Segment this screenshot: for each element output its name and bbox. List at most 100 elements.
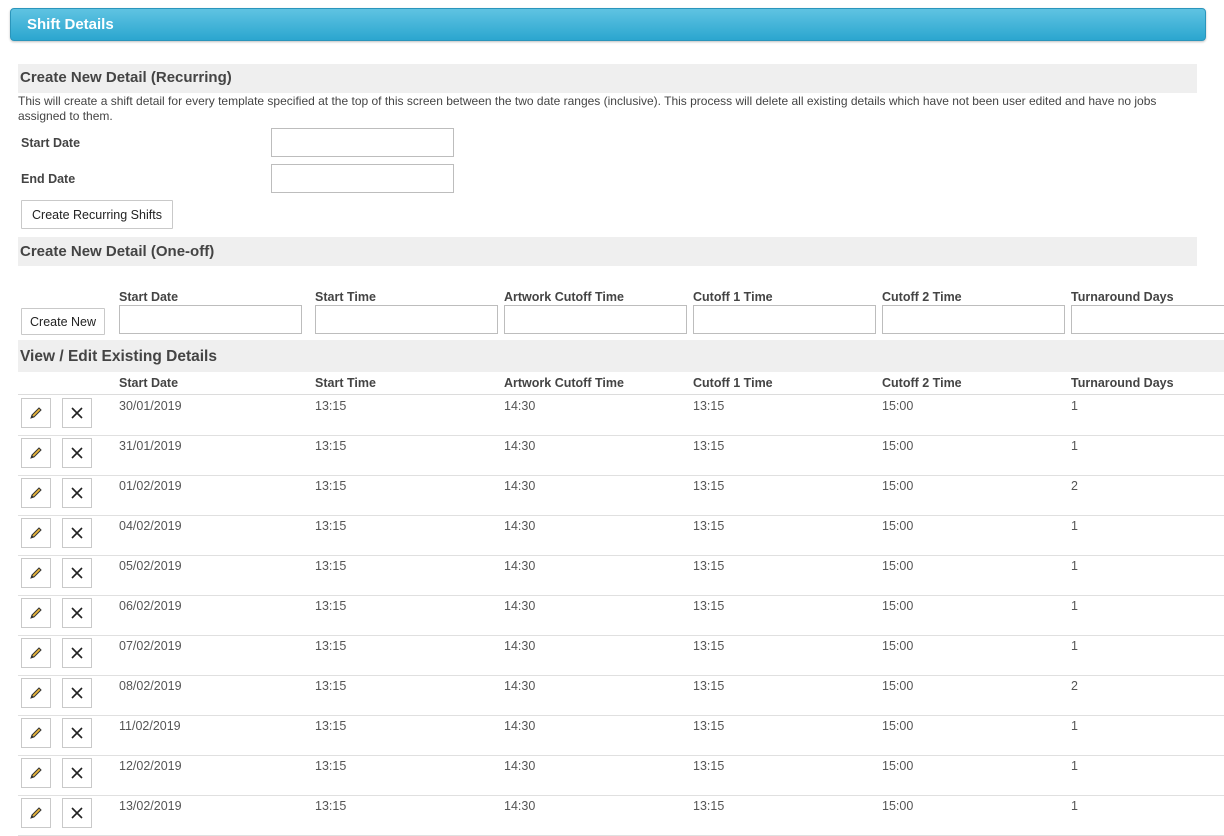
pencil-icon	[30, 767, 42, 779]
oneoff-col-start-time: Start Time	[315, 290, 376, 304]
recurring-start-date-input[interactable]	[271, 128, 454, 157]
pencil-icon	[30, 607, 42, 619]
cell-cutoff1-time: 13:15	[693, 559, 725, 573]
edit-button[interactable]	[21, 638, 51, 668]
close-icon	[71, 567, 83, 579]
pencil-icon	[30, 807, 42, 819]
cell-start-date: 04/02/2019	[119, 519, 182, 533]
cell-turnaround-days: 1	[1071, 719, 1078, 733]
table-row: 31/01/2019 13:15 14:30 13:15 15:00 1	[18, 435, 1224, 476]
oneoff-turnaround-input[interactable]	[1071, 305, 1224, 334]
edit-button[interactable]	[21, 598, 51, 628]
table-row: 01/02/2019 13:15 14:30 13:15 15:00 2	[18, 475, 1224, 516]
cell-start-date: 12/02/2019	[119, 759, 182, 773]
delete-button[interactable]	[62, 638, 92, 668]
delete-button[interactable]	[62, 678, 92, 708]
cell-start-time: 13:15	[315, 759, 347, 773]
close-icon	[71, 527, 83, 539]
cell-start-date: 31/01/2019	[119, 439, 182, 453]
cell-start-date: 11/02/2019	[119, 719, 181, 733]
cell-cutoff2-time: 15:00	[882, 519, 914, 533]
cell-start-date: 01/02/2019	[119, 479, 182, 493]
cell-start-date: 13/02/2019	[119, 799, 182, 813]
delete-button[interactable]	[62, 518, 92, 548]
cell-start-date: 07/02/2019	[119, 639, 182, 653]
oneoff-start-date-input[interactable]	[119, 305, 302, 334]
cell-cutoff2-time: 15:00	[882, 599, 914, 613]
cell-turnaround-days: 1	[1071, 639, 1078, 653]
existing-col-cutoff1: Cutoff 1 Time	[693, 376, 773, 390]
create-recurring-shifts-button[interactable]: Create Recurring Shifts	[21, 200, 173, 229]
cell-start-date: 05/02/2019	[119, 559, 182, 573]
delete-button[interactable]	[62, 558, 92, 588]
cell-cutoff1-time: 13:15	[693, 759, 725, 773]
edit-button[interactable]	[21, 438, 51, 468]
oneoff-cutoff2-input[interactable]	[882, 305, 1065, 334]
edit-button[interactable]	[21, 718, 51, 748]
delete-button[interactable]	[62, 478, 92, 508]
oneoff-artwork-cutoff-input[interactable]	[504, 305, 687, 334]
delete-button[interactable]	[62, 598, 92, 628]
delete-button[interactable]	[62, 398, 92, 428]
edit-button[interactable]	[21, 558, 51, 588]
edit-button[interactable]	[21, 678, 51, 708]
table-row: 12/02/2019 13:15 14:30 13:15 15:00 1	[18, 755, 1224, 796]
pencil-icon	[30, 567, 42, 579]
cell-turnaround-days: 1	[1071, 759, 1078, 773]
cell-turnaround-days: 1	[1071, 399, 1078, 413]
pencil-icon	[30, 487, 42, 499]
close-icon	[71, 607, 83, 619]
edit-button[interactable]	[21, 518, 51, 548]
edit-button[interactable]	[21, 758, 51, 788]
table-row: 07/02/2019 13:15 14:30 13:15 15:00 1	[18, 635, 1224, 676]
cell-turnaround-days: 1	[1071, 519, 1078, 533]
cell-artwork-cutoff-time: 14:30	[504, 759, 536, 773]
cell-turnaround-days: 1	[1071, 799, 1078, 813]
oneoff-col-start-date: Start Date	[119, 290, 179, 304]
cell-start-time: 13:15	[315, 519, 347, 533]
cell-cutoff2-time: 15:00	[882, 719, 914, 733]
cell-start-date: 30/01/2019	[119, 399, 182, 413]
cell-cutoff1-time: 13:15	[693, 799, 725, 813]
close-icon	[71, 447, 83, 459]
oneoff-col-cutoff2: Cutoff 2 Time	[882, 290, 962, 304]
pencil-icon	[30, 727, 42, 739]
edit-button[interactable]	[21, 398, 51, 428]
delete-button[interactable]	[62, 718, 92, 748]
oneoff-cutoff1-input[interactable]	[693, 305, 876, 334]
cell-artwork-cutoff-time: 14:30	[504, 599, 536, 613]
cell-artwork-cutoff-time: 14:30	[504, 559, 536, 573]
end-date-label: End Date	[21, 172, 76, 186]
edit-button[interactable]	[21, 798, 51, 828]
pencil-icon	[30, 687, 42, 699]
cell-cutoff1-time: 13:15	[693, 439, 725, 453]
delete-button[interactable]	[62, 798, 92, 828]
cell-cutoff2-time: 15:00	[882, 679, 914, 693]
table-row: 11/02/2019 13:15 14:30 13:15 15:00 1	[18, 715, 1224, 756]
existing-col-start-time: Start Time	[315, 376, 376, 390]
existing-col-turnaround: Turnaround Days	[1071, 376, 1174, 390]
cell-start-time: 13:15	[315, 599, 347, 613]
pencil-icon	[30, 407, 42, 419]
cell-artwork-cutoff-time: 14:30	[504, 799, 536, 813]
delete-button[interactable]	[62, 438, 92, 468]
cell-start-date: 08/02/2019	[119, 679, 182, 693]
cell-start-time: 13:15	[315, 679, 347, 693]
delete-button[interactable]	[62, 758, 92, 788]
cell-artwork-cutoff-time: 14:30	[504, 479, 536, 493]
edit-button[interactable]	[21, 478, 51, 508]
close-icon	[71, 767, 83, 779]
recurring-end-date-input[interactable]	[271, 164, 454, 193]
create-new-button[interactable]: Create New	[21, 308, 105, 335]
cell-cutoff2-time: 15:00	[882, 479, 914, 493]
oneoff-col-artwork-cutoff: Artwork Cutoff Time	[504, 290, 624, 304]
existing-col-start-date: Start Date	[119, 376, 179, 390]
oneoff-start-time-input[interactable]	[315, 305, 498, 334]
oneoff-section-title: Create New Detail (One-off)	[20, 243, 215, 260]
cell-start-time: 13:15	[315, 719, 347, 733]
cell-artwork-cutoff-time: 14:30	[504, 439, 536, 453]
cell-turnaround-days: 1	[1071, 559, 1078, 573]
table-row: 08/02/2019 13:15 14:30 13:15 15:00 2	[18, 675, 1224, 716]
cell-cutoff1-time: 13:15	[693, 399, 725, 413]
cell-start-time: 13:15	[315, 399, 347, 413]
